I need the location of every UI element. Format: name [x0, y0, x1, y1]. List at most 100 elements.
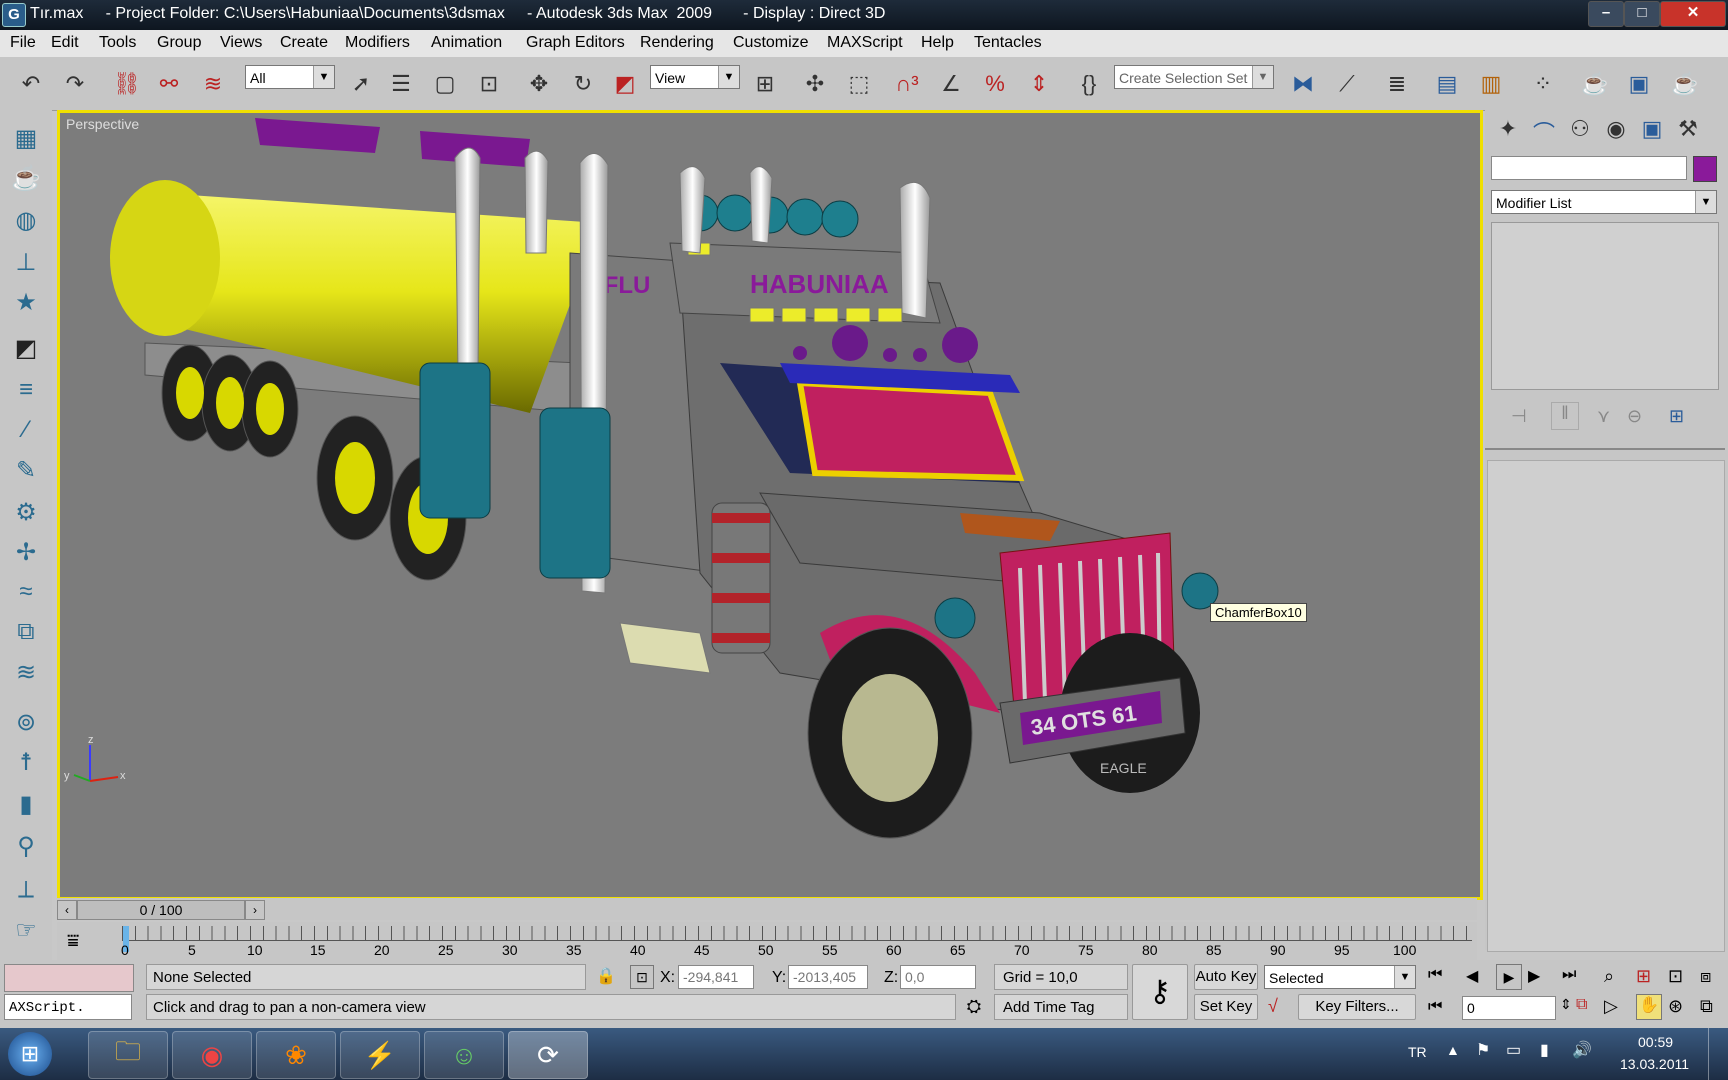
figure-icon[interactable]: ☨	[8, 744, 44, 780]
gear-icon[interactable]: ⚙	[8, 494, 44, 530]
hierarchy-tab-icon[interactable]: ⚇	[1565, 116, 1595, 146]
render-setup-icon[interactable]: ☕	[1578, 67, 1612, 101]
menu-maxscript[interactable]: MAXScript	[827, 34, 903, 52]
curve-editor-icon[interactable]: ▤	[1430, 67, 1464, 101]
paint-icon[interactable]: ✎	[8, 452, 44, 488]
bone-icon[interactable]: ⚲	[8, 828, 44, 864]
menu-rendering[interactable]: Rendering	[640, 34, 714, 52]
menu-create[interactable]: Create	[280, 34, 328, 52]
winamp-icon[interactable]: ⚡	[340, 1031, 420, 1079]
key-filters-button[interactable]: Key Filters...	[1298, 994, 1416, 1020]
close-button[interactable]: ✕	[1660, 1, 1726, 27]
select-object-icon[interactable]: ➚	[344, 67, 378, 101]
time-slider[interactable]: ‹ 0 / 100 ›	[57, 898, 1477, 920]
unlink-icon[interactable]: ⚯	[152, 67, 186, 101]
language-indicator[interactable]: TR	[1408, 1044, 1427, 1060]
absolute-mode-icon[interactable]: ⊡	[630, 965, 654, 989]
material-editor-icon[interactable]: ⁘	[1526, 67, 1560, 101]
display-tab-icon[interactable]: ▣	[1637, 116, 1667, 146]
previous-frame-icon[interactable]: ◀	[1466, 966, 1478, 986]
rect-region-icon[interactable]: ▢	[428, 67, 462, 101]
scale-icon[interactable]: ◩	[608, 67, 642, 101]
pan-hand-icon[interactable]: ✋	[1636, 994, 1662, 1020]
y-coord-field[interactable]: -2013,405	[788, 965, 868, 989]
quick-render-icon[interactable]: ☕	[1668, 67, 1702, 101]
remove-modifier-icon[interactable]: ⊖	[1627, 406, 1642, 427]
chisel-icon[interactable]: ⟂	[8, 872, 44, 908]
wave-icon[interactable]: ≈	[8, 574, 44, 610]
pin-icon[interactable]: ✢	[8, 534, 44, 570]
maximize-viewport-icon[interactable]: ⧉	[1700, 996, 1713, 1017]
render-frame-icon[interactable]: ▣	[1622, 67, 1656, 101]
fov-icon[interactable]: ▷	[1604, 996, 1618, 1017]
maximize-button[interactable]: □	[1624, 1, 1660, 27]
stack-icon[interactable]: ⧉	[8, 614, 44, 650]
configure-sets-icon[interactable]: ⊞	[1669, 406, 1684, 427]
keyboard-shortcut-icon[interactable]: ⬚	[842, 67, 876, 101]
show-end-result-icon[interactable]: ‖	[1551, 402, 1579, 430]
clock-time[interactable]: 00:59	[1638, 1034, 1673, 1050]
chevron-right-icon[interactable]: ›	[245, 900, 265, 920]
frame-spinner-icon[interactable]: ⇕	[1560, 996, 1572, 1013]
clock-date[interactable]: 13.03.2011	[1620, 1056, 1689, 1072]
panel-icon[interactable]: ▮	[8, 786, 44, 822]
auto-key-button[interactable]: Auto Key	[1194, 964, 1258, 990]
maxscript-mini-listener[interactable]: AXScript.	[4, 994, 132, 1020]
track-bar[interactable]: ⩸ 0 5 10 15 20 25 30 35 40 45 50 55 60 6…	[57, 922, 1477, 962]
current-frame-field[interactable]: 0	[1462, 996, 1556, 1020]
set-key-button[interactable]: Set Key	[1194, 994, 1258, 1020]
chrome-icon[interactable]: ◉	[172, 1031, 252, 1079]
pin-stack-icon[interactable]: ⊣	[1511, 406, 1527, 427]
hand-icon[interactable]: ☞	[8, 912, 44, 948]
selection-filter-dropdown[interactable]: All ▼	[245, 65, 335, 89]
utilities-tab-icon[interactable]: ⚒	[1673, 116, 1703, 146]
redo-icon[interactable]: ↷	[58, 67, 92, 101]
make-unique-icon[interactable]: ⋎	[1597, 406, 1610, 427]
menu-tentacles[interactable]: Tentacles	[974, 34, 1042, 52]
menu-file[interactable]: File	[10, 34, 36, 52]
manipulate-icon[interactable]: ✣	[798, 67, 832, 101]
brush-icon[interactable]: ⁄	[8, 412, 44, 448]
go-to-end-icon[interactable]: ⏭	[1562, 966, 1576, 984]
maxscript-listener-pink[interactable]	[4, 964, 134, 992]
open-mini-curve-editor-icon[interactable]: ⩸	[67, 930, 79, 953]
messenger-icon[interactable]: ❀	[256, 1031, 336, 1079]
percent-snap-icon[interactable]: %	[978, 67, 1012, 101]
ring-icon[interactable]: ⊚	[8, 704, 44, 740]
go-to-start-icon[interactable]: ⏮	[1428, 966, 1442, 984]
boxes-icon[interactable]: ▦	[8, 120, 44, 156]
time-config-icon[interactable]: ⧉	[1576, 996, 1587, 1014]
track-ruler[interactable]	[122, 926, 1472, 941]
key-mode-dropdown[interactable]: Selected ▼	[1264, 965, 1416, 989]
tray-up-arrow-icon[interactable]: ▲	[1446, 1042, 1460, 1058]
window-crossing-icon[interactable]: ⊡	[472, 67, 506, 101]
pivot-icon[interactable]: ⊞	[748, 67, 782, 101]
z-coord-field[interactable]: 0,0	[900, 965, 976, 989]
edit-named-sets-icon[interactable]: {}	[1072, 67, 1106, 101]
3ds-max-taskbar-icon[interactable]: ⟳	[508, 1031, 588, 1079]
select-link-icon[interactable]: ⛓	[110, 67, 144, 101]
snap-3-icon[interactable]: ∩³	[890, 67, 924, 101]
menu-help[interactable]: Help	[921, 34, 954, 52]
next-frame-icon[interactable]: ▶	[1528, 966, 1540, 986]
zoom-extents-all-icon[interactable]: ⧈	[1700, 966, 1711, 987]
menu-animation[interactable]: Animation	[431, 34, 502, 52]
named-selection-dropdown[interactable]: Create Selection Set ▼	[1114, 65, 1274, 89]
live-messenger-icon[interactable]: ☺	[424, 1031, 504, 1079]
menu-edit[interactable]: Edit	[51, 34, 79, 52]
mirror-icon[interactable]: ⧓	[1286, 67, 1320, 101]
object-color-swatch[interactable]	[1693, 156, 1717, 182]
modify-tab-icon[interactable]: ⌒	[1529, 116, 1559, 146]
x-coord-field[interactable]: -294,841	[678, 965, 754, 989]
action-center-icon[interactable]: ⚑	[1476, 1040, 1490, 1060]
app-icon[interactable]: G	[2, 3, 26, 27]
zoom-extents-icon[interactable]: ⊡	[1668, 966, 1683, 987]
play-icon[interactable]: ▶	[1496, 964, 1522, 990]
teapot-icon[interactable]: ☕	[8, 160, 44, 196]
set-key-icon[interactable]: ⚷	[1132, 964, 1188, 1020]
create-tab-icon[interactable]: ✦	[1493, 116, 1523, 146]
menu-customize[interactable]: Customize	[733, 34, 809, 52]
spinner-icon[interactable]: ⊥	[8, 244, 44, 280]
time-tag-icon[interactable]: ⛭	[962, 996, 986, 1020]
explorer-icon[interactable]: 🗀	[88, 1031, 168, 1079]
